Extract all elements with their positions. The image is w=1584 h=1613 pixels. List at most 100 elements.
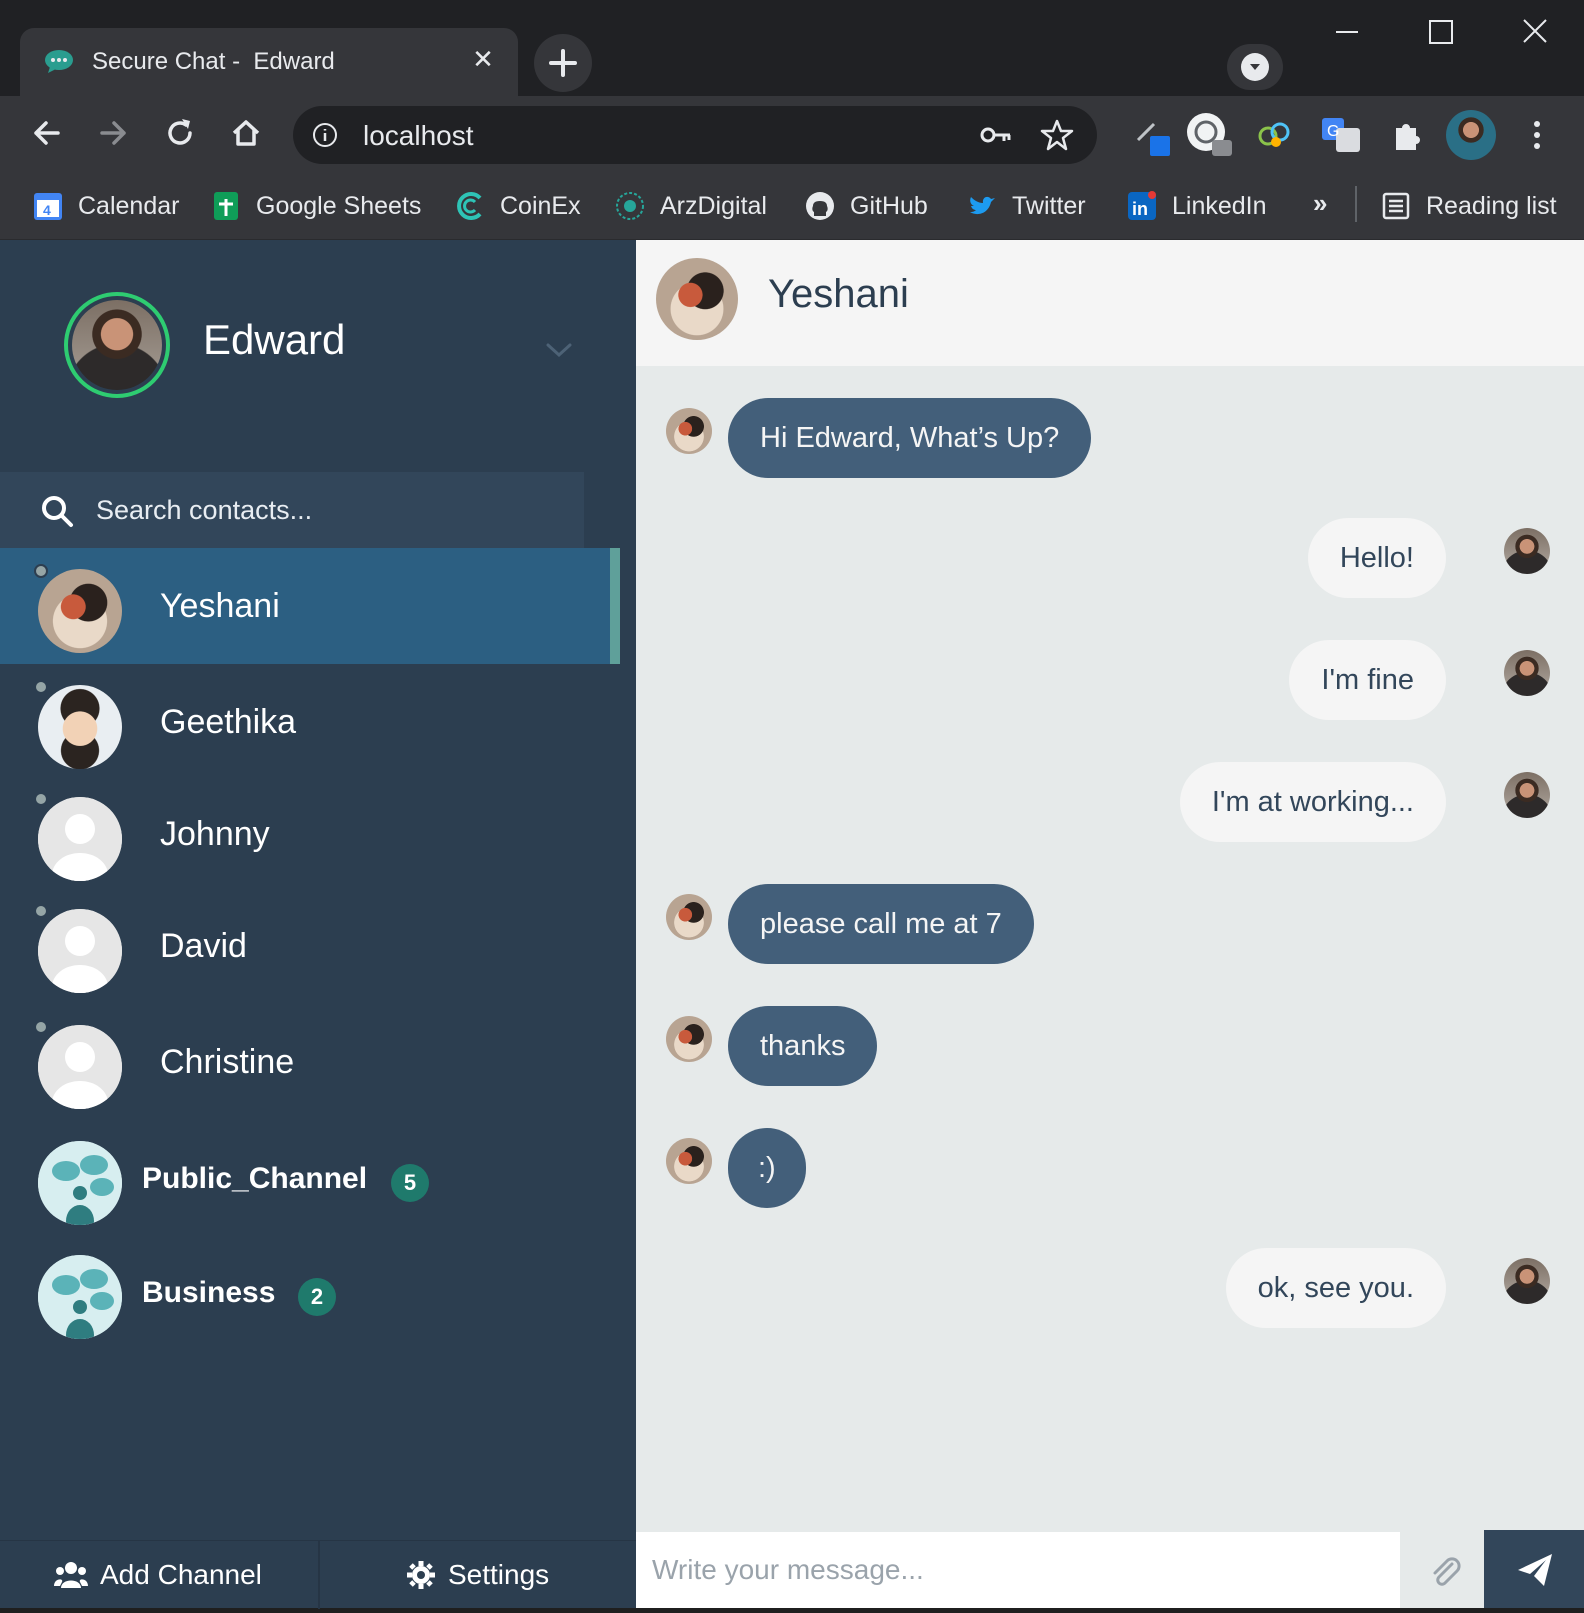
tracker-extension-icon[interactable] <box>1184 110 1234 160</box>
browser-toolbar: localhost G <box>0 96 1584 174</box>
avatar <box>38 797 122 881</box>
bookmark-linkedin[interactable]: in LinkedIn <box>1126 186 1267 226</box>
maximize-icon[interactable] <box>1416 10 1466 54</box>
bookmarks-overflow-button[interactable]: » <box>1313 188 1327 219</box>
calendar-icon: 4 <box>34 193 62 220</box>
tab-search-button[interactable] <box>1227 44 1283 90</box>
message-bubble-incoming: :) <box>728 1128 806 1208</box>
add-channel-label: Add Channel <box>100 1559 262 1590</box>
bookmark-twitter[interactable]: Twitter <box>966 186 1086 226</box>
avatar <box>38 569 122 653</box>
add-channel-button[interactable]: Add Channel <box>54 1541 262 1609</box>
forward-arrow-icon[interactable] <box>88 108 138 158</box>
profile-avatar[interactable] <box>64 292 170 398</box>
contact-name: Christine <box>160 1043 295 1081</box>
reload-icon[interactable] <box>155 108 205 158</box>
chat-panel: Yeshani Hi Edward, What’s Up? Hello! I'm… <box>636 240 1584 1608</box>
close-window-icon[interactable] <box>1510 10 1560 54</box>
info-icon[interactable] <box>311 121 339 149</box>
paper-plane-icon <box>1518 1554 1552 1586</box>
linkedin-icon: in <box>1128 191 1156 220</box>
bookmark-google-sheets[interactable]: Google Sheets <box>210 186 421 226</box>
contact-yeshani[interactable]: Yeshani <box>0 548 620 664</box>
chevron-down-icon[interactable] <box>544 340 574 360</box>
message-avatar <box>666 1016 712 1062</box>
chat-app: Edward Yeshani Geethika <box>0 240 1584 1609</box>
group-chat-icon <box>38 1255 122 1339</box>
channel-public[interactable]: Public_Channel 5 <box>0 1120 620 1236</box>
search-input[interactable] <box>96 490 566 530</box>
cloud-extension-icon[interactable] <box>1250 110 1300 160</box>
bookmarks-bar: 4 Calendar Google Sheets CoinEx ArzDigit… <box>0 174 1584 240</box>
back-arrow-icon[interactable] <box>22 108 72 158</box>
message-avatar <box>666 1138 712 1184</box>
minimize-icon[interactable] <box>1322 10 1372 54</box>
bookmarks-divider <box>1355 186 1357 222</box>
key-icon[interactable] <box>979 120 1013 150</box>
twitter-icon <box>970 196 995 215</box>
message-bubble-outgoing: I'm fine <box>1289 640 1446 720</box>
group-chat-icon <box>38 1141 122 1225</box>
person-icon <box>38 1025 122 1109</box>
puzzle-extensions-icon[interactable] <box>1382 110 1432 160</box>
user-profile: Edward <box>0 240 636 470</box>
person-icon <box>38 797 122 881</box>
contact-david[interactable]: David <box>0 888 620 1004</box>
settings-button[interactable]: Settings <box>406 1541 549 1609</box>
avatar <box>38 909 122 993</box>
url-text[interactable]: localhost <box>363 120 474 152</box>
chevron-down-icon <box>1241 53 1269 81</box>
svg-text:G: G <box>1327 123 1339 140</box>
bookmark-arzdigital[interactable]: ArzDigital <box>614 186 767 226</box>
kebab-menu-icon[interactable] <box>1512 110 1562 160</box>
bookmark-coinex[interactable]: CoinEx <box>454 186 581 226</box>
color-picker-extension-icon[interactable] <box>1128 110 1178 160</box>
github-icon <box>806 192 834 220</box>
message-avatar <box>1504 772 1550 818</box>
contact-name: Yeshani <box>160 587 280 625</box>
address-bar[interactable]: localhost <box>293 106 1097 164</box>
reading-list-icon <box>1382 192 1410 220</box>
message-bubble-incoming: Hi Edward, What’s Up? <box>728 398 1092 478</box>
status-indicator <box>34 1020 48 1034</box>
unread-badge: 5 <box>391 1164 429 1202</box>
bookmark-github[interactable]: GitHub <box>804 186 928 226</box>
reading-list-button[interactable]: Reading list <box>1380 186 1557 226</box>
new-tab-button[interactable] <box>534 34 592 92</box>
paperclip-icon[interactable] <box>1426 1552 1464 1590</box>
coinex-icon <box>457 192 482 220</box>
svg-text:in: in <box>1132 199 1148 219</box>
bookmark-calendar[interactable]: 4 Calendar <box>32 186 179 226</box>
unread-badge: 2 <box>298 1278 336 1316</box>
tab-secure-chat[interactable]: Secure Chat - Edward ✕ <box>20 28 518 96</box>
search-icon <box>42 496 73 527</box>
message-avatar <box>1504 650 1550 696</box>
contact-name: David <box>160 927 247 965</box>
browser-profile-avatar[interactable] <box>1446 110 1496 160</box>
home-icon[interactable] <box>221 108 271 158</box>
message-bubble-outgoing: Hello! <box>1307 518 1446 598</box>
message-avatar <box>1504 528 1550 574</box>
channel-name: Public_Channel <box>142 1162 368 1195</box>
gear-icon <box>407 1561 435 1589</box>
avatar <box>38 685 122 769</box>
chat-contact-name: Yeshani <box>768 272 909 316</box>
send-button[interactable] <box>1484 1530 1584 1608</box>
contact-geethika[interactable]: Geethika <box>0 664 620 780</box>
browser-chrome: Secure Chat - Edward ✕ localhost G 4 Cal… <box>0 0 1584 240</box>
channel-business[interactable]: Business 2 <box>0 1234 620 1350</box>
message-input[interactable] <box>636 1532 1400 1608</box>
contact-christine[interactable]: Christine <box>0 1004 620 1120</box>
contact-avatar[interactable] <box>656 258 738 340</box>
tab-title: Secure Chat - Edward <box>92 48 335 75</box>
tab-close-icon[interactable]: ✕ <box>468 44 498 74</box>
footer-divider <box>318 1541 320 1609</box>
translate-extension-icon[interactable]: G <box>1316 110 1366 160</box>
status-indicator <box>34 564 48 578</box>
avatar <box>38 1025 122 1109</box>
contact-johnny[interactable]: Johnny <box>0 776 620 892</box>
bookmark-star-icon[interactable] <box>1039 117 1075 153</box>
contact-search <box>0 472 584 548</box>
tab-strip: Secure Chat - Edward ✕ <box>0 0 1584 96</box>
channel-name: Business <box>142 1276 276 1309</box>
